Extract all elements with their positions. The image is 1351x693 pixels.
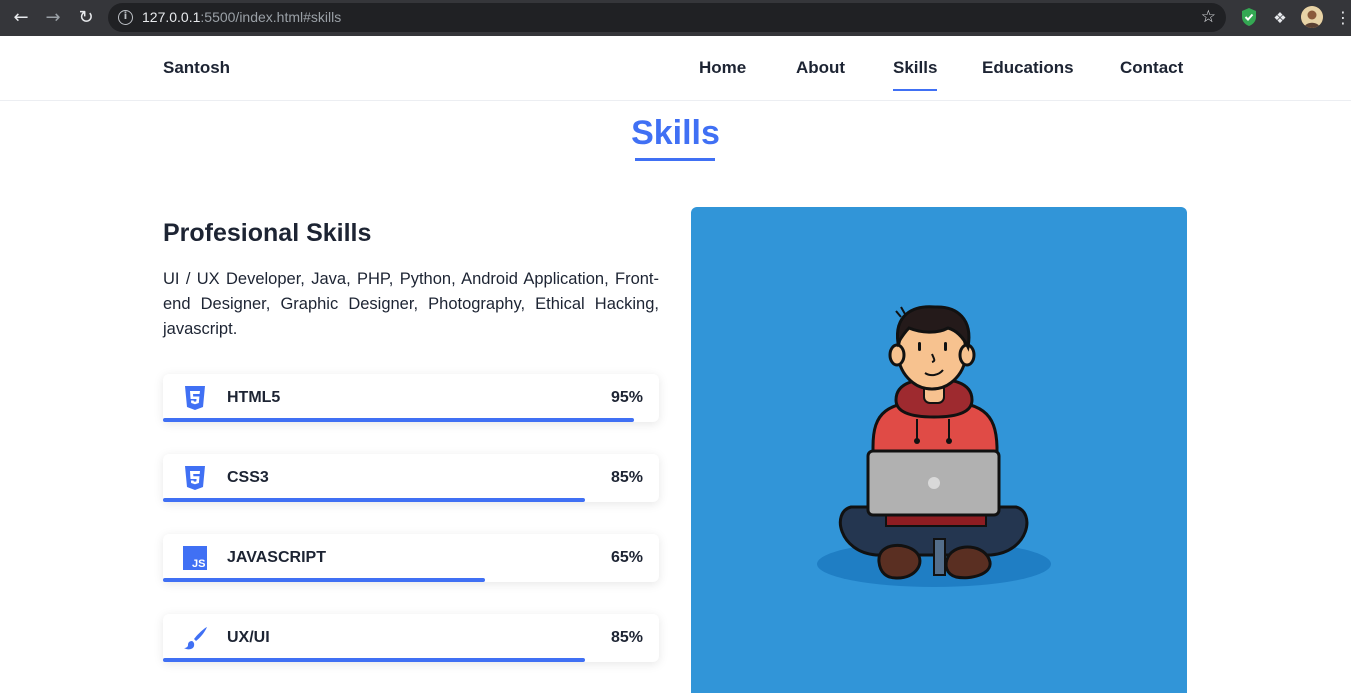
skill-card-html5: HTML5 95%	[163, 374, 659, 422]
browser-toolbar: ← → ↻ i 127.0.0.1:5500/index.html#skills…	[0, 0, 1351, 36]
skill-card-javascript: JS JAVASCRIPT 65%	[163, 534, 659, 582]
developer-with-laptop-illustration	[817, 305, 1051, 587]
site-header: Santosh Home About Skills Educations Con…	[0, 36, 1351, 101]
html5-icon	[183, 385, 207, 411]
skill-name: HTML5	[227, 389, 281, 406]
skill-name: JAVASCRIPT	[227, 549, 326, 566]
brand-logo-text[interactable]: Santosh	[163, 58, 230, 78]
nav-educations[interactable]: Educations	[982, 58, 1074, 78]
skill-percent: 85%	[610, 629, 643, 646]
illustration-panel	[691, 207, 1187, 693]
browser-menu-icon[interactable]: ⋮	[1335, 7, 1351, 29]
skill-name: UX/UI	[227, 629, 270, 646]
skill-card-css3: CSS3 85%	[163, 454, 659, 502]
back-arrow-icon[interactable]: ←	[9, 6, 33, 30]
bookmark-star-icon[interactable]: ☆	[1201, 7, 1216, 27]
address-url[interactable]: 127.0.0.1:5500/index.html#skills	[142, 9, 341, 25]
skill-percent: 85%	[610, 469, 643, 486]
skill-percent: 65%	[610, 549, 643, 566]
javascript-icon: JS	[183, 545, 207, 571]
skill-progress-bar	[163, 418, 635, 422]
reload-icon[interactable]: ↻	[74, 6, 98, 30]
skill-progress-bar	[163, 498, 585, 502]
svg-text:JS: JS	[192, 558, 205, 570]
skill-name: CSS3	[227, 469, 269, 486]
skills-description: UI / UX Developer, Java, PHP, Python, An…	[163, 270, 659, 338]
nav-contact[interactable]: Contact	[1120, 58, 1183, 78]
section-title: Skills	[631, 114, 720, 152]
forward-arrow-icon[interactable]: →	[41, 6, 65, 30]
site-info-icon[interactable]: i	[118, 10, 133, 25]
extensions-puzzle-icon[interactable]: ❖	[1269, 7, 1291, 29]
profile-avatar[interactable]	[1301, 6, 1323, 28]
skill-progress-bar	[163, 658, 585, 662]
nav-skills[interactable]: Skills	[893, 58, 938, 91]
skill-card-uxui: UX/UI 85%	[163, 614, 659, 662]
css3-icon	[183, 465, 207, 491]
skill-percent: 95%	[610, 389, 643, 406]
title-underline	[635, 158, 715, 161]
skills-heading: Profesional Skills	[163, 219, 372, 247]
skill-progress-bar	[163, 578, 486, 582]
nav-about[interactable]: About	[796, 58, 845, 78]
shield-extension-icon[interactable]	[1238, 7, 1260, 29]
paintbrush-icon	[183, 625, 207, 651]
address-bar[interactable]: i 127.0.0.1:5500/index.html#skills ☆	[108, 3, 1226, 32]
nav-home[interactable]: Home	[699, 58, 746, 78]
